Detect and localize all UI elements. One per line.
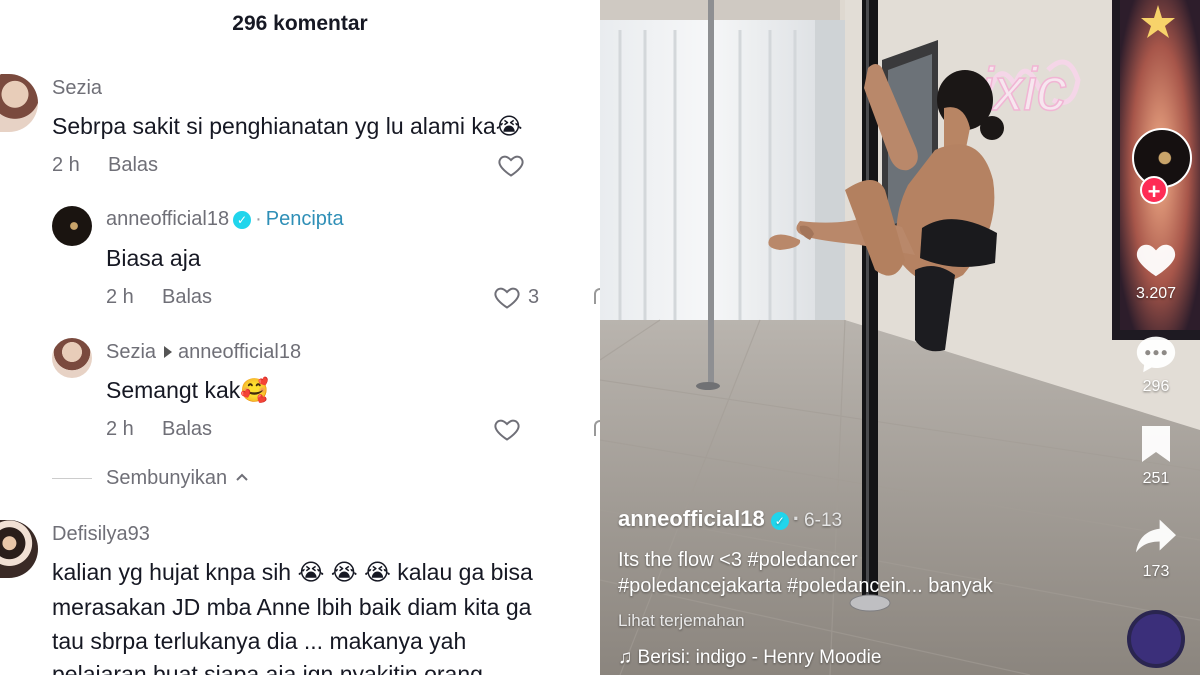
neon-sign-text: ixic <box>980 56 1067 123</box>
chevron-up-icon <box>236 473 248 481</box>
avatar[interactable] <box>0 520 38 578</box>
comment-time: 2 h <box>106 286 134 308</box>
follow-button[interactable]: + <box>1140 176 1168 204</box>
comment-text: Biasa aja <box>106 245 201 271</box>
heart-icon[interactable] <box>1134 238 1178 278</box>
avatar[interactable] <box>0 74 38 132</box>
comment-text-line: kalian yg hujat knpa sih 😭 😭 😭 kalau ga … <box>52 559 533 585</box>
avatar[interactable] <box>52 206 92 246</box>
bookmark-icon[interactable] <box>1138 424 1174 464</box>
comment-username[interactable]: Defisilya93 <box>52 523 150 546</box>
comment-text-line: pelajaran buat siapa aja jgn nyakitin or… <box>52 661 483 675</box>
reply-arrow-icon <box>164 346 173 359</box>
comment-username-line: Sezia anneofficial18 <box>106 341 301 364</box>
music-note-icon: ♫ <box>618 647 633 668</box>
video-username[interactable]: anneofficial18 <box>618 506 765 531</box>
creator-label: Pencipta <box>265 208 344 230</box>
comment-username[interactable]: anneofficial18 <box>106 208 229 230</box>
hide-replies-button[interactable]: Sembunyikan <box>106 467 249 490</box>
video-player[interactable]: ixic + 3.207 296 251 173 anneofficial18 … <box>600 0 1200 675</box>
verified-icon: ✓ <box>233 211 252 229</box>
share-icon[interactable] <box>1134 516 1178 556</box>
comment-username-line: anneofficial18 ✓ · Pencipta <box>106 208 344 231</box>
separator-dot: · <box>792 506 801 531</box>
separator-dot: · <box>255 208 262 230</box>
comment-time: 2 h <box>52 154 80 176</box>
comment-username[interactable]: Sezia <box>106 341 156 363</box>
reply-button[interactable]: Balas <box>108 154 158 177</box>
shares-count: 173 <box>1142 563 1170 580</box>
video-caption-line[interactable]: Its the flow <3 #poledancer <box>618 549 858 572</box>
reply-button[interactable]: Balas <box>162 418 212 441</box>
video-date: 6-13 <box>804 510 843 531</box>
reply-to-username[interactable]: anneofficial18 <box>178 341 301 363</box>
comments-panel: 296 komentar Sezia Sebrpa sakit si pengh… <box>0 0 600 675</box>
comment-username[interactable]: Sezia <box>52 77 102 100</box>
comment-text: Sebrpa sakit si penghianatan yg lu alami… <box>52 113 523 139</box>
music-disc-icon[interactable] <box>1127 610 1185 668</box>
comments-count-title: 296 komentar <box>232 12 368 35</box>
comment-time: 2 h <box>106 418 134 440</box>
translate-link[interactable]: Lihat terjemahan <box>618 611 745 631</box>
heart-outline-icon[interactable] <box>496 151 526 179</box>
heart-outline-icon[interactable] <box>492 415 522 443</box>
like-count: 3 <box>528 286 540 308</box>
hide-replies-label: Sembunyikan <box>106 467 228 489</box>
verified-icon: ✓ <box>770 512 789 530</box>
comment-icon[interactable] <box>1134 333 1178 375</box>
saves-count: 251 <box>1142 470 1170 487</box>
likes-count: 3.207 <box>1135 285 1177 302</box>
reply-button[interactable]: Balas <box>162 286 212 309</box>
avatar[interactable] <box>52 338 92 378</box>
comment-text-line: tau sbrpa terlukanya dia ... makanya yah <box>52 628 467 654</box>
music-title: Berisi: indigo - Henry Moodie <box>637 647 882 668</box>
heart-outline-icon[interactable] <box>492 283 522 311</box>
divider <box>52 478 92 479</box>
video-caption-line[interactable]: #poledancejakarta #poledancein... banyak <box>618 575 993 598</box>
comments-count: 296 <box>1142 378 1170 395</box>
comment-text-line: merasakan JD mba Anne lbih baik diam kit… <box>52 594 532 620</box>
video-author[interactable]: anneofficial18 ✓ · 6-13 <box>618 506 842 532</box>
video-frame: ixic <box>600 0 1200 675</box>
comment-text: Semangt kak🥰 <box>106 377 269 403</box>
music-info[interactable]: ♫ Berisi: indigo - Henry Moodie <box>618 647 881 669</box>
